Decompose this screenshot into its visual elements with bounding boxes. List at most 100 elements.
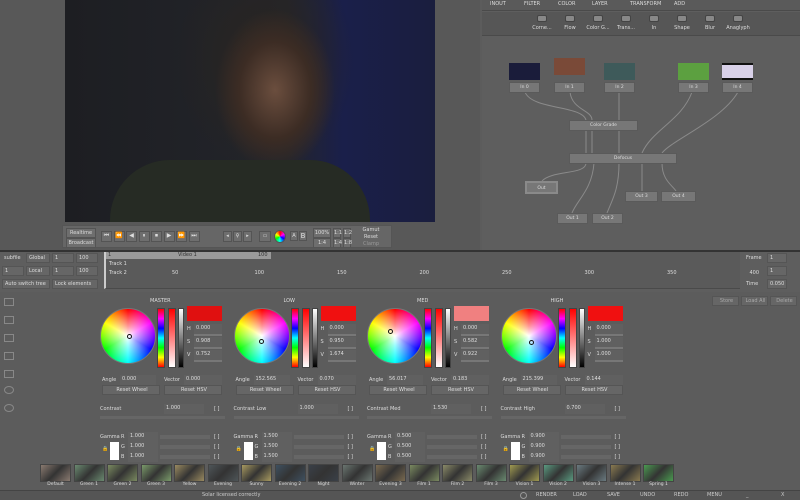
rewind-icon[interactable]: ⏪ (113, 231, 125, 242)
save-button[interactable]: SAVE (607, 492, 620, 498)
undo-button[interactable]: UNDO (640, 492, 655, 498)
hue-slider[interactable] (557, 308, 566, 368)
gamma-b-field[interactable]: 0.500 (395, 452, 425, 462)
gamma-b-slider[interactable] (160, 455, 210, 459)
slider-s[interactable] (327, 347, 356, 349)
node-defocus[interactable]: Defocus (569, 153, 677, 164)
field-h[interactable]: 0.000 (594, 324, 623, 334)
contrast-slider[interactable] (500, 416, 626, 419)
preset-load-all-button[interactable]: Load All (741, 296, 768, 306)
wheel-handle[interactable] (528, 340, 534, 345)
selection-field[interactable]: 1 (2, 266, 24, 276)
preset-item[interactable]: Green 1 (73, 464, 105, 487)
broadcast-button[interactable]: Broadcast (66, 238, 96, 248)
gamma-g-slider[interactable] (560, 445, 611, 449)
pause-icon[interactable]: ⏸ (138, 231, 150, 242)
color-wheel[interactable] (100, 308, 156, 364)
key-icon[interactable]: ♀ (233, 231, 242, 242)
local-out-field[interactable]: 100 (76, 266, 98, 276)
lock-elements-button[interactable]: Lock elements (52, 279, 98, 289)
field-s[interactable]: 1.000 (594, 337, 623, 347)
preset-item[interactable]: Film 3 (475, 464, 507, 487)
gamma-b-slider[interactable] (293, 455, 344, 459)
contrast-reset-button[interactable]: [ ] (348, 406, 354, 412)
input-thumbnail[interactable] (554, 58, 585, 75)
field-v[interactable]: 1.000 (594, 350, 623, 360)
global-in-field[interactable]: 1 (52, 253, 74, 263)
gamma-b-reset[interactable]: [ ] (348, 454, 354, 460)
slider-s[interactable] (594, 347, 623, 349)
vector-field[interactable]: 0.000 (184, 375, 222, 385)
field-s[interactable]: 0.908 (194, 337, 222, 347)
contrast-field[interactable]: 1.000 (164, 404, 204, 414)
film-icon[interactable] (4, 334, 14, 342)
gamma-b-reset[interactable]: [ ] (214, 454, 220, 460)
preset-item[interactable]: Evening (207, 464, 239, 487)
gamma-b-reset[interactable]: [ ] (481, 454, 487, 460)
hue-slider[interactable] (157, 308, 165, 368)
gamma-r-slider[interactable] (560, 435, 611, 439)
gamma-r-field[interactable]: 0.500 (395, 432, 425, 442)
preset-item[interactable]: Film 1 (408, 464, 440, 487)
input-thumbnail[interactable] (678, 63, 709, 80)
gamma-r-reset[interactable]: [ ] (481, 434, 487, 440)
gamma-r-slider[interactable] (427, 435, 477, 439)
contrast-reset-button[interactable]: [ ] (481, 406, 487, 412)
angle-field[interactable]: 56.017 (387, 375, 423, 385)
auto-switch-tree-button[interactable]: Auto switch tree (2, 279, 50, 289)
frame-field[interactable]: 1 (767, 253, 787, 263)
contrast-slider[interactable] (367, 416, 492, 419)
slider-v[interactable] (327, 360, 356, 362)
gamma-b-field[interactable]: 1.500 (261, 452, 292, 462)
input-node[interactable]: In 1 (554, 82, 585, 93)
preset-item[interactable]: Night (308, 464, 339, 487)
gamma-r-field[interactable]: 0.900 (528, 432, 559, 442)
lock-icon[interactable]: 🔒 (236, 446, 242, 452)
curve-icon[interactable] (4, 352, 14, 360)
preset-item[interactable]: Evening 3 (375, 464, 406, 487)
gamma-r-reset[interactable]: [ ] (615, 434, 621, 440)
contrast-reset-button[interactable]: [ ] (615, 406, 621, 412)
preset-item[interactable]: Green 2 (107, 464, 138, 487)
first-frame-icon[interactable]: ⏮ (101, 231, 112, 242)
fit-button[interactable]: 1:4 (313, 238, 331, 248)
hue-slider[interactable] (290, 308, 299, 368)
angle-field[interactable]: 215.399 (520, 375, 557, 385)
saturation-slider[interactable] (301, 308, 310, 368)
gamma-g-reset[interactable]: [ ] (615, 444, 621, 450)
play-icon[interactable]: ▶ (163, 231, 175, 242)
color-wheel-icon[interactable] (274, 230, 286, 243)
preset-item[interactable]: Vision 2 (542, 464, 574, 487)
saturation-slider[interactable] (168, 308, 176, 368)
zoom-1-1-button[interactable]: 1:1 (333, 228, 342, 238)
gamma-g-reset[interactable]: [ ] (214, 444, 220, 450)
lock-icon[interactable]: 🔒 (503, 446, 509, 452)
input-node[interactable]: In 2 (604, 82, 635, 93)
gamma-b-field[interactable]: 0.900 (528, 452, 559, 462)
settings-icon[interactable] (520, 492, 527, 499)
node-out-4[interactable]: Out 4 (661, 191, 696, 202)
clip-video-1[interactable]: 1 Video 1 100 (106, 252, 271, 259)
zoom-1-4-button[interactable]: 1:4 (333, 238, 342, 248)
field-h[interactable]: 0.000 (194, 324, 222, 334)
gamma-r-slider[interactable] (293, 435, 344, 439)
zoom-100-button[interactable]: 100% (313, 228, 331, 238)
preset-item[interactable]: Sunny (241, 464, 272, 487)
gamma-b-slider[interactable] (560, 455, 611, 459)
slider-h[interactable] (461, 334, 489, 336)
split-icon[interactable] (4, 298, 14, 306)
color-wheel[interactable] (367, 308, 423, 364)
node-color-grade[interactable]: Color Grade (569, 120, 638, 131)
reset-hsv-button[interactable]: Reset HSV (564, 385, 623, 395)
color-wheel[interactable] (500, 308, 557, 364)
wheel-handle[interactable] (258, 339, 264, 344)
contrast-field[interactable]: 1.530 (431, 404, 471, 414)
gamma-g-reset[interactable]: [ ] (481, 444, 487, 450)
zoom-1-2-button[interactable]: 1:2 (343, 228, 352, 238)
display-frame-icon[interactable]: ▭ (259, 231, 271, 242)
contrast-reset-button[interactable]: [ ] (214, 406, 220, 412)
render-button[interactable]: RENDER (536, 492, 557, 498)
next-key-icon[interactable]: ▸ (243, 231, 252, 242)
value-slider[interactable] (445, 308, 451, 368)
gamma-b-field[interactable]: 1.000 (128, 452, 158, 462)
